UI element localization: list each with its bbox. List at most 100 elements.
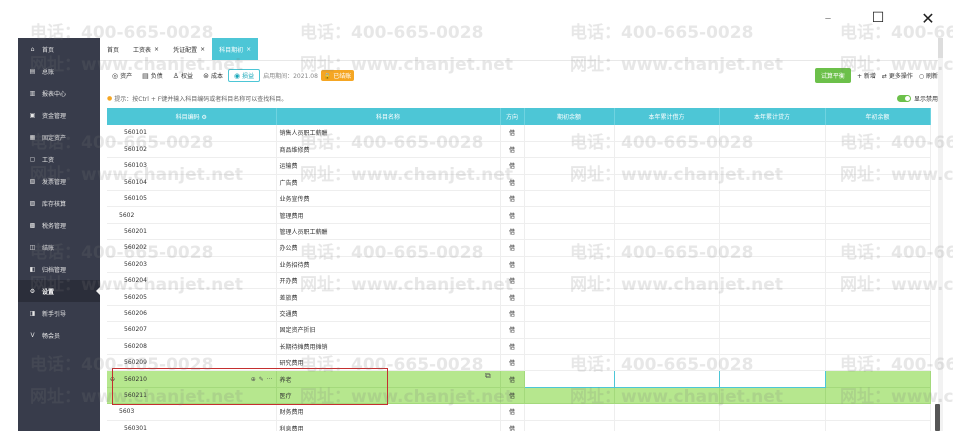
code-cell[interactable]: 560101 [107, 125, 277, 142]
code-cell[interactable]: 5603 [107, 403, 277, 421]
settings-icon[interactable]: ⚙ [202, 114, 207, 121]
sidebar-item-8[interactable]: ▩ 税务管理 [18, 214, 100, 236]
close-tab-icon[interactable]: × [246, 46, 251, 53]
direction-cell[interactable]: 借 [500, 321, 525, 339]
direction-cell[interactable]: 借 [500, 354, 525, 372]
close-tab-icon[interactable]: × [154, 46, 159, 53]
name-cell[interactable]: 销售人员职工薪酬 [276, 125, 501, 142]
sidebar-item-13[interactable]: V 畅会员 [18, 324, 100, 346]
year-opening-balance-cell[interactable] [825, 403, 931, 421]
direction-cell[interactable]: 借 [500, 387, 525, 405]
ytd-debit-cell[interactable] [614, 256, 720, 274]
table-row[interactable]: 560204 开办费 借 [107, 272, 931, 290]
name-cell[interactable]: 管理费用 [276, 206, 501, 224]
code-cell[interactable]: 560202 [107, 239, 277, 257]
code-cell[interactable]: 560204 [107, 272, 277, 290]
category-4[interactable]: ◉ 损益 [227, 69, 261, 82]
code-cell[interactable]: 560211 [107, 387, 277, 405]
maximize-button[interactable]: ☐ [853, 0, 903, 36]
tab-2[interactable]: 凭证配置 × [166, 38, 212, 60]
name-cell[interactable]: 开办费 [276, 272, 501, 290]
close-tab-icon[interactable]: × [200, 46, 205, 53]
opening-balance-cell[interactable] [524, 190, 615, 208]
name-cell[interactable]: 商品维修费 [276, 141, 501, 159]
opening-balance-cell[interactable] [524, 403, 615, 421]
name-cell[interactable]: 固定资产折旧 [276, 321, 501, 339]
year-opening-balance-cell[interactable] [825, 206, 931, 224]
add-button[interactable]: + 新增 [857, 71, 876, 80]
ytd-debit-cell[interactable] [614, 272, 720, 290]
ytd-debit-cell[interactable] [614, 420, 720, 431]
year-opening-balance-cell[interactable] [825, 174, 931, 192]
ytd-credit-cell[interactable] [719, 125, 826, 142]
direction-cell[interactable]: 借 [500, 206, 525, 224]
year-opening-balance-cell[interactable] [825, 288, 931, 306]
ytd-credit-cell[interactable] [719, 190, 826, 208]
ytd-debit-cell[interactable] [614, 141, 720, 159]
name-cell[interactable]: 差旅费 [276, 288, 501, 306]
category-0[interactable]: ◎ 资产 [107, 69, 137, 82]
add-icon[interactable]: ⊕ [251, 376, 256, 383]
table-row[interactable]: 560101 销售人员职工薪酬 借 [107, 125, 931, 142]
opening-balance-cell[interactable] [524, 321, 615, 339]
ytd-credit-cell[interactable] [719, 338, 826, 355]
opening-balance-cell[interactable] [524, 305, 615, 323]
code-cell[interactable]: 560205 [107, 288, 277, 306]
table-row[interactable]: 560207 固定资产折旧 借 [107, 321, 931, 339]
name-cell[interactable]: 管理人员职工薪酬 [276, 223, 501, 241]
ytd-debit-cell[interactable] [613, 370, 720, 388]
direction-cell[interactable]: 借 [500, 420, 525, 431]
ytd-credit-cell[interactable] [719, 288, 826, 306]
table-row[interactable]: 560209 研究费用 借 [107, 354, 931, 372]
direction-cell[interactable]: 借 [500, 174, 525, 192]
year-opening-balance-cell[interactable] [825, 420, 931, 431]
opening-balance-cell[interactable] [524, 338, 615, 355]
opening-balance-cell[interactable] [524, 272, 615, 290]
code-cell[interactable]: 560209 [107, 354, 277, 372]
name-cell[interactable]: 运输费 [276, 157, 501, 175]
sidebar-item-10[interactable]: ◧ 归档管理 [18, 258, 100, 280]
year-opening-balance-cell[interactable] [825, 354, 931, 372]
sidebar-item-3[interactable]: ▣ 资金管理 [18, 104, 100, 126]
name-cell[interactable]: 业务招待费 [276, 256, 501, 274]
name-cell[interactable]: 研究费用 [276, 354, 501, 372]
table-row[interactable]: 560301 利息费用 借 [107, 420, 931, 431]
ytd-credit-cell[interactable] [719, 387, 826, 405]
name-cell[interactable]: 利息费用 [276, 420, 501, 431]
ytd-debit-cell[interactable] [614, 223, 720, 241]
year-opening-balance-cell[interactable] [825, 272, 931, 290]
year-opening-balance-cell[interactable] [825, 321, 931, 339]
table-row[interactable]: 5603 财务费用 借 [107, 403, 931, 421]
ytd-debit-cell[interactable] [614, 354, 720, 372]
ytd-debit-cell[interactable] [614, 338, 720, 355]
year-opening-balance-cell[interactable] [825, 223, 931, 241]
tab-3[interactable]: 科目期初 × [212, 38, 259, 60]
sidebar-item-0[interactable]: ⌂ 首页 [18, 38, 100, 60]
ytd-debit-cell[interactable] [614, 288, 720, 306]
ytd-debit-cell[interactable] [614, 239, 720, 257]
code-cell[interactable]: 560103 [107, 157, 277, 175]
ytd-credit-cell[interactable] [719, 403, 826, 421]
direction-cell[interactable]: 借 [500, 223, 525, 241]
ytd-credit-cell[interactable] [719, 157, 826, 175]
table-row[interactable]: 560211 医疗 借 [107, 387, 931, 405]
code-cell[interactable]: 560203 [107, 256, 277, 274]
code-cell[interactable]: 560201 [107, 223, 277, 241]
ytd-credit-cell[interactable] [719, 239, 826, 257]
opening-balance-cell[interactable] [524, 239, 615, 257]
ytd-credit-cell[interactable] [719, 174, 826, 192]
vertical-scrollbar-track[interactable] [938, 38, 943, 431]
category-2[interactable]: ♙ 权益 [168, 69, 198, 82]
direction-cell[interactable]: 借 [500, 256, 525, 274]
year-opening-balance-cell[interactable] [825, 387, 931, 405]
year-opening-balance-cell[interactable] [825, 370, 931, 388]
minimize-button[interactable]: — [803, 0, 853, 36]
name-cell[interactable]: 业务宣传费 [276, 190, 501, 208]
year-opening-balance-cell[interactable] [825, 125, 931, 142]
category-1[interactable]: ▤ 负债 [137, 69, 168, 82]
opening-balance-cell[interactable] [524, 420, 615, 431]
table-row[interactable]: 560103 运输费 借 [107, 157, 931, 175]
name-cell[interactable]: 财务费用 [276, 403, 501, 421]
sidebar-item-6[interactable]: ▧ 发票管理 [18, 170, 100, 192]
ytd-debit-cell[interactable] [614, 174, 720, 192]
